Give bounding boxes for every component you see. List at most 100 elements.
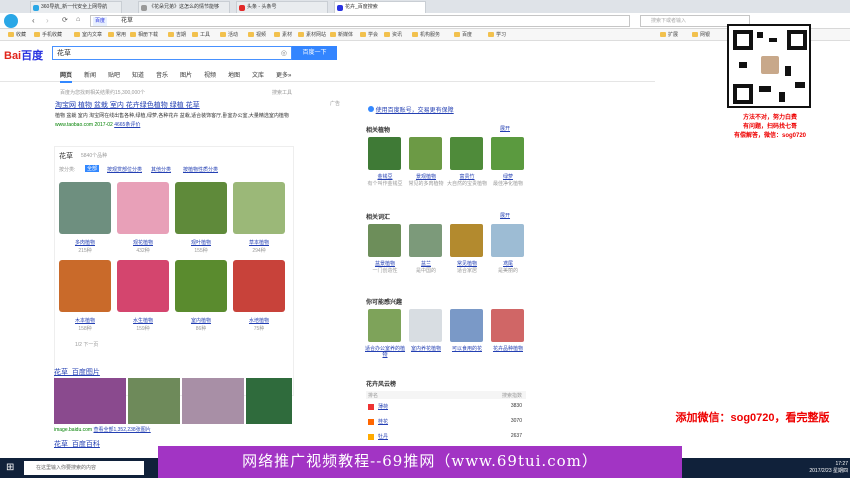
word-image[interactable] (491, 224, 524, 257)
bookmark-item[interactable]: 素材 (274, 31, 292, 39)
filter-nature[interactable]: 按植物性质分类 (183, 166, 218, 173)
bookmark-item[interactable]: 室内文章 (74, 31, 102, 39)
interest-name[interactable]: 适合办公室养的植物 (365, 346, 405, 358)
browser-tab[interactable]: 360导航_新一代安全上网导航 (30, 1, 122, 13)
plant-image[interactable] (409, 137, 442, 170)
tab-web[interactable]: 网页 (60, 70, 73, 83)
home-icon[interactable]: ⌂ (76, 16, 80, 23)
plant-image[interactable] (491, 137, 524, 170)
flower-name[interactable]: 水培植物 (231, 317, 287, 324)
flower-image[interactable] (233, 260, 285, 312)
flower-image[interactable] (175, 260, 227, 312)
tab-news[interactable]: 新闻 (84, 70, 96, 79)
bookmark-item[interactable]: 相册下载 (130, 31, 158, 39)
flower-image[interactable] (117, 182, 169, 234)
tab-map[interactable]: 地图 (228, 70, 240, 79)
url-input[interactable]: 百度 花草 (90, 15, 630, 27)
search-input[interactable]: 花草 ◎ (52, 46, 292, 60)
result-image[interactable] (182, 378, 244, 424)
related-plants-more[interactable]: 展开 (500, 125, 510, 132)
filter-part[interactable]: 按观赏部位分类 (107, 166, 142, 173)
bookmark-item[interactable]: 活动 (220, 31, 238, 39)
word-name[interactable]: 盆兰 (406, 261, 446, 267)
filter-all[interactable]: 全部 (85, 165, 100, 172)
ranking-name[interactable]: 牡丹 (378, 433, 388, 440)
flower-name[interactable]: 观叶植物 (173, 239, 229, 246)
bookmark-item[interactable]: 手机收藏 (34, 31, 62, 39)
plant-name[interactable]: 绿萝 (488, 174, 528, 180)
clock[interactable]: 17:27 2017/2/23 星期四 (808, 461, 848, 474)
camera-icon[interactable]: ◎ (281, 47, 287, 60)
search-tools-link[interactable]: 搜索工具 (272, 89, 292, 96)
word-image[interactable] (409, 224, 442, 257)
plant-name[interactable]: 景观植物 (406, 174, 446, 180)
tab-images[interactable]: 图片 (180, 70, 192, 79)
bookmark-item[interactable]: 网银 (692, 31, 710, 39)
tab-music[interactable]: 音乐 (156, 70, 168, 79)
brand-link[interactable]: 使用百度账号，交易更有保障 (376, 108, 454, 114)
interest-name[interactable]: 可以食用的花 (447, 346, 487, 352)
ranking-name[interactable]: 薄荷 (378, 403, 388, 410)
tab-wenku[interactable]: 文库 (252, 70, 264, 79)
related-words-more[interactable]: 展开 (500, 212, 510, 219)
flower-name[interactable]: 多肉植物 (57, 239, 113, 246)
image-more[interactable]: 查看全部1,352,238张图片 (93, 427, 150, 433)
plant-image[interactable] (450, 137, 483, 170)
flower-image[interactable] (117, 260, 169, 312)
word-name[interactable]: 鸢尾 (488, 261, 528, 267)
interest-name[interactable]: 花卉品种植物 (488, 346, 528, 352)
flower-name[interactable]: 草本植物 (231, 239, 287, 246)
bookmark-item[interactable]: 工具 (192, 31, 210, 39)
windows-start-icon[interactable]: ⊞ (6, 461, 16, 475)
flower-image[interactable] (175, 182, 227, 234)
ad-title[interactable]: 淘宝网 植物 盆栽 室内 花卉绿色植物 绿植 花草 (55, 100, 345, 110)
bookmark-item[interactable]: 学习 (488, 31, 506, 39)
plant-name[interactable]: 富贵竹 (447, 174, 487, 180)
flower-image[interactable] (59, 260, 111, 312)
bookmark-item[interactable]: 资讯 (384, 31, 402, 39)
flower-name[interactable]: 观花植物 (115, 239, 171, 246)
plant-image[interactable] (368, 137, 401, 170)
result-image[interactable] (128, 378, 180, 424)
bookmark-item[interactable]: 学会 (360, 31, 378, 39)
word-name[interactable]: 盆景植物 (365, 261, 405, 267)
image-result-title[interactable]: 花草_百度图片 (54, 367, 100, 377)
ad-url[interactable]: www.taobao.com 2017-02 (55, 122, 113, 128)
bookmark-item[interactable]: 扩展 (660, 31, 678, 39)
tab-zhidao[interactable]: 知道 (132, 70, 144, 79)
image-url[interactable]: image.baidu.com (54, 427, 92, 433)
pager[interactable]: 1/2 下一页 (75, 341, 98, 348)
browser-tab[interactable]: 头条 - 头条号 (236, 1, 328, 13)
ranking-name[interactable]: 桂花 (378, 418, 388, 425)
bookmark-item[interactable]: 机构服务 (412, 31, 440, 39)
baike-title[interactable]: 花草_百度百科 (54, 439, 100, 449)
browser-tab-active[interactable]: 花卉_百度搜索 (334, 1, 426, 13)
ad-rating[interactable]: 4665条评价 (114, 122, 140, 128)
baidu-logo[interactable]: Bai百度 (4, 47, 43, 63)
filter-other[interactable]: 其他分类 (151, 166, 171, 173)
word-name[interactable]: 常见植物 (447, 261, 487, 267)
word-image[interactable] (368, 224, 401, 257)
browser-tab[interactable]: 《花朵兄弟》这怎么的情节能够 (138, 1, 230, 13)
word-image[interactable] (450, 224, 483, 257)
forward-icon[interactable]: › (46, 16, 49, 25)
interest-image[interactable] (368, 309, 401, 342)
tab-video[interactable]: 视频 (204, 70, 216, 79)
flower-name[interactable]: 室内植物 (173, 317, 229, 324)
interest-image[interactable] (450, 309, 483, 342)
interest-image[interactable] (491, 309, 524, 342)
result-image[interactable] (54, 378, 126, 424)
refresh-icon[interactable]: ⟳ (62, 16, 68, 24)
bookmark-item[interactable]: 收藏 (8, 31, 26, 39)
bookmark-item[interactable]: 素材网站 (298, 31, 326, 39)
bookmark-item[interactable]: 新媒体 (330, 31, 353, 39)
tab-more[interactable]: 更多» (276, 70, 291, 79)
interest-image[interactable] (409, 309, 442, 342)
bookmark-item[interactable]: 常用 (108, 31, 126, 39)
flower-image[interactable] (59, 182, 111, 234)
tab-tieba[interactable]: 贴吧 (108, 70, 120, 79)
bookmark-item[interactable]: 视频 (248, 31, 266, 39)
flower-name[interactable]: 水生植物 (115, 317, 171, 324)
back-icon[interactable]: ‹ (32, 16, 35, 25)
bookmark-item[interactable]: 百度 (454, 31, 472, 39)
